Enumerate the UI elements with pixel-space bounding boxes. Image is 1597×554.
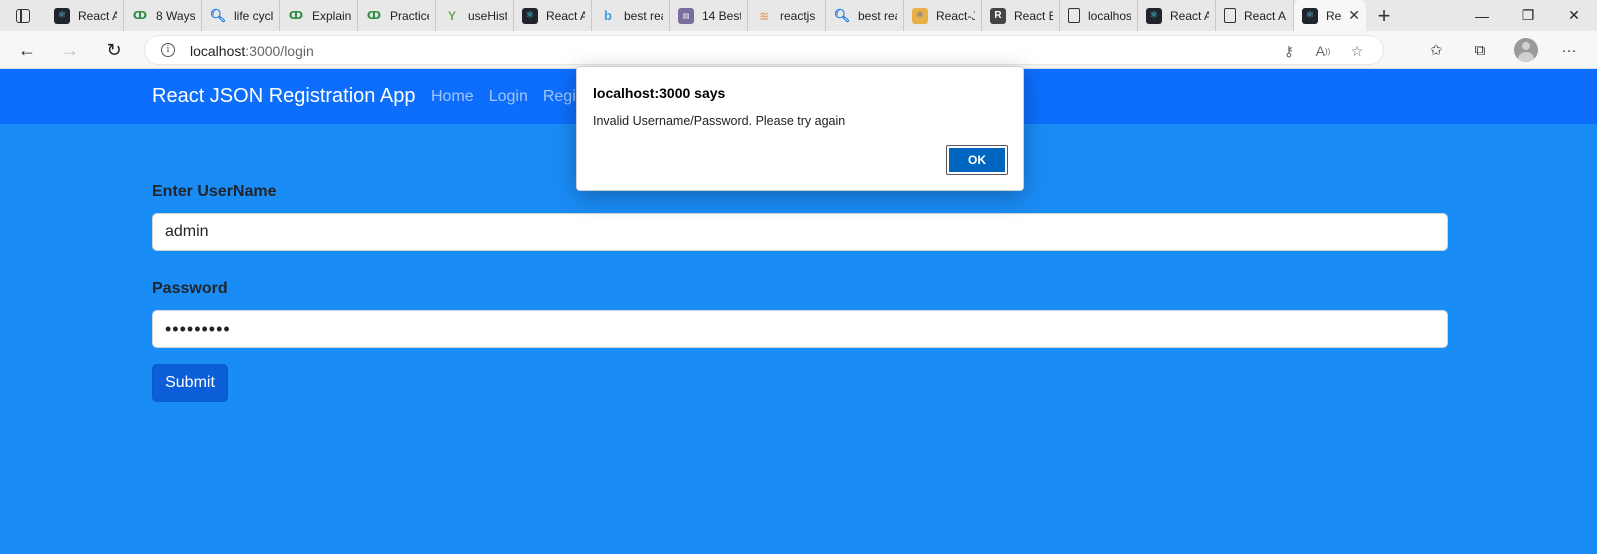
tab-label: React A [1170, 8, 1209, 23]
bing-icon: b [604, 8, 612, 23]
key-icon[interactable]: ⚷ [1279, 42, 1299, 60]
nav-link-register[interactable]: Regi [543, 88, 576, 106]
browser-tab[interactable]: React A [1216, 0, 1294, 31]
tab-strip: ⚛ React A ↀ 8 Ways 🔍︎ life cycle ↀ Explain ↀ… [46, 0, 1366, 31]
browser-tab[interactable]: ⚛ React A [46, 0, 124, 31]
search-icon: 🔍︎ [833, 7, 851, 23]
collections-icon[interactable]: ⧉ [1469, 39, 1491, 61]
tab-label: React A [546, 8, 585, 23]
reactjs-icon: ⚛ [912, 7, 928, 24]
url-host: localhost [190, 43, 246, 59]
browser-tab-active[interactable]: ⚛ Rea✕ [1294, 0, 1366, 31]
tab-actions-button[interactable] [0, 0, 46, 31]
username-input[interactable]: admin [152, 213, 1448, 251]
minimize-icon[interactable]: — [1459, 0, 1505, 31]
tab-label: best rea [858, 8, 897, 23]
dialog-message: Invalid Username/Password. Please try ag… [593, 114, 846, 128]
dialog-ok-button[interactable]: OK [946, 145, 1008, 175]
password-label: Password [152, 280, 228, 297]
browser-tab[interactable]: ⚛ React-JS [904, 0, 982, 31]
nav-links: Home Login Regi [431, 88, 591, 106]
document-icon [1224, 8, 1236, 23]
browser-tab[interactable]: b best rea [592, 0, 670, 31]
login-form: Enter UserName admin Password ••••••••• … [152, 183, 1448, 402]
new-tab-button[interactable]: + [1366, 0, 1402, 31]
tab-label: Explain [312, 8, 351, 23]
url-text[interactable]: localhost:3000/login [190, 43, 314, 59]
restore-icon[interactable]: ❐ [1505, 0, 1551, 31]
app-brand[interactable]: React JSON Registration App [152, 85, 415, 108]
tab-label: React A [1244, 8, 1287, 23]
address-toolbar: ← → ↻ i localhost:3000/login ⚷ A)) ☆ ✩ ⧉… [0, 31, 1597, 69]
close-window-icon[interactable]: ✕ [1551, 0, 1597, 31]
url-path: :3000/login [245, 43, 314, 59]
browser-tab[interactable]: ⚛ React A [1138, 0, 1216, 31]
browser-tab[interactable]: ≋ reactjs [748, 0, 826, 31]
alert-dialog: localhost:3000 says Invalid Username/Pas… [576, 66, 1024, 191]
browser-tab[interactable]: localhost [1060, 0, 1138, 31]
password-input[interactable]: ••••••••• [152, 310, 1448, 348]
address-bar-icons: ⚷ A)) ☆ [1279, 42, 1367, 60]
nav-link-home[interactable]: Home [431, 88, 474, 106]
r-logo-icon: R [990, 7, 1006, 24]
soundwave-icon: ≋ [758, 8, 770, 23]
ycombinator-icon: Y [447, 8, 456, 23]
browser-tab[interactable]: ▤ 14 Best [670, 0, 748, 31]
browser-tab[interactable]: ↀ 8 Ways [124, 0, 202, 31]
refresh-icon[interactable]: ↻ [101, 38, 127, 62]
react-icon: ⚛ [522, 7, 538, 24]
search-icon: 🔍︎ [209, 7, 227, 23]
site-info-icon[interactable]: i [161, 43, 175, 57]
tab-label: best rea [624, 8, 663, 23]
favorites-icon[interactable]: ✩ [1425, 39, 1447, 61]
gfg-icon: ↀ [288, 10, 304, 22]
browser-tab[interactable]: 🔍︎ life cycle [202, 0, 280, 31]
react-icon: ⚛ [54, 7, 70, 24]
read-aloud-icon[interactable]: A)) [1313, 42, 1333, 60]
forward-icon[interactable]: → [57, 38, 83, 62]
browser-tab[interactable]: R React Bo [982, 0, 1060, 31]
dialog-ok-label: OK [949, 148, 1005, 172]
browser-tab[interactable]: ⚛ React A [514, 0, 592, 31]
browser-tab-bar: ⚛ React A ↀ 8 Ways 🔍︎ life cycle ↀ Explain ↀ… [0, 0, 1597, 31]
browser-tab[interactable]: 🔍︎ best rea [826, 0, 904, 31]
tab-label: React A [78, 8, 117, 23]
tab-label: life cycle [234, 8, 273, 23]
tab-label: React-JS [936, 8, 975, 23]
tab-label: 14 Best [702, 8, 741, 23]
close-tab-icon[interactable]: ✕ [1342, 7, 1360, 24]
back-icon[interactable]: ← [14, 38, 40, 62]
tab-label: useHisto [468, 8, 507, 23]
tab-label: Rea [1326, 8, 1342, 23]
gfg-icon: ↀ [132, 10, 148, 22]
tab-label: reactjs [780, 8, 816, 23]
course-icon: ▤ [678, 7, 694, 24]
profile-avatar[interactable] [1514, 38, 1538, 62]
browser-tab[interactable]: ↀ Practice [358, 0, 436, 31]
document-icon [1068, 8, 1080, 23]
browser-tab[interactable]: ↀ Explain [280, 0, 358, 31]
tab-label: 8 Ways [156, 8, 195, 23]
browser-tab[interactable]: YuseHisto [436, 0, 514, 31]
tab-label: Practice [390, 8, 429, 23]
dialog-title: localhost:3000 says [593, 85, 726, 101]
address-bar[interactable]: i localhost:3000/login ⚷ A)) ☆ [144, 35, 1384, 65]
tab-actions-icon [16, 8, 30, 23]
submit-button[interactable]: Submit [152, 364, 228, 402]
gfg-icon: ↀ [366, 10, 382, 22]
add-favorite-icon[interactable]: ☆ [1347, 42, 1367, 60]
nav-link-login[interactable]: Login [489, 88, 528, 106]
react-icon: ⚛ [1302, 7, 1318, 24]
more-menu-icon[interactable]: ··· [1558, 39, 1580, 61]
tab-label: localhost [1088, 8, 1131, 23]
tab-label: React Bo [1014, 8, 1053, 23]
react-icon: ⚛ [1146, 7, 1162, 24]
window-controls: — ❐ ✕ [1459, 0, 1597, 31]
